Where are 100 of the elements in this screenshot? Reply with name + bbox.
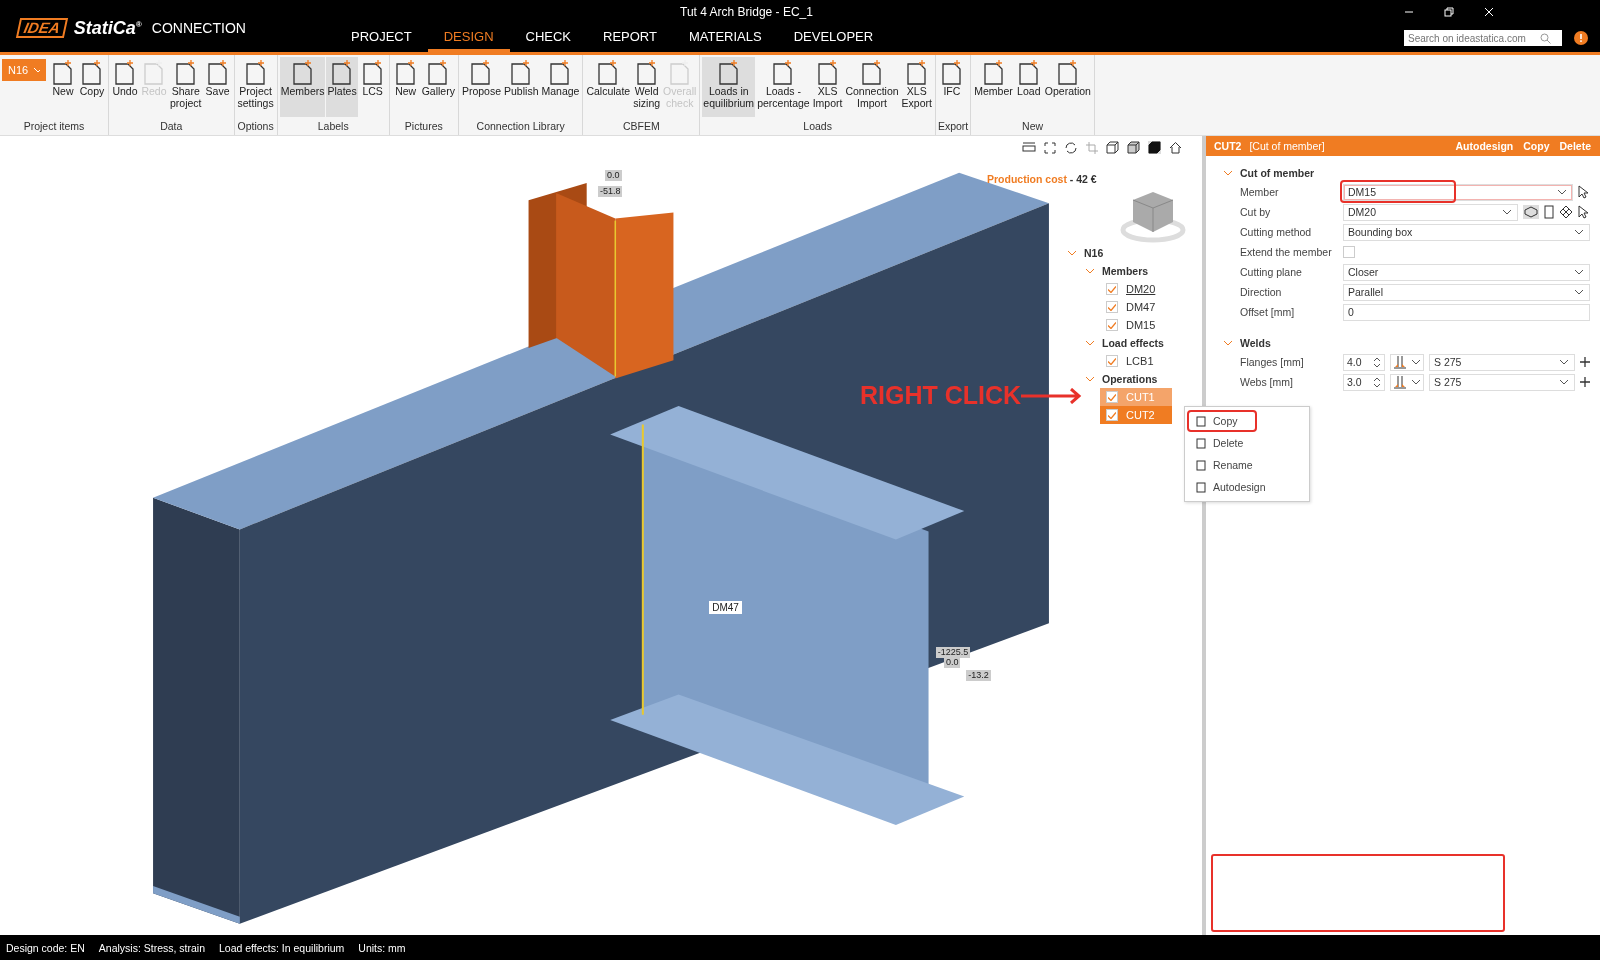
- chevron-icon[interactable]: [1086, 268, 1094, 274]
- plate-icon[interactable]: [1544, 205, 1554, 219]
- checkbox[interactable]: [1106, 409, 1118, 421]
- menu-item-icon: [1195, 459, 1207, 471]
- dropdown-field[interactable]: DM15: [1343, 183, 1573, 201]
- dropdown-field[interactable]: S 275: [1429, 353, 1575, 371]
- tree-group[interactable]: Load effects: [1102, 337, 1164, 349]
- info-icon[interactable]: [1574, 31, 1588, 45]
- dropdown-field[interactable]: Parallel: [1343, 283, 1590, 301]
- ribbon-button[interactable]: LCS: [358, 57, 387, 117]
- tree-item[interactable]: DM15: [1100, 316, 1172, 334]
- ribbon-button[interactable]: Project settings: [236, 57, 275, 117]
- ribbon-button[interactable]: Loads - percentage: [756, 57, 811, 117]
- weld-type-dropdown[interactable]: [1390, 373, 1424, 391]
- ribbon-button[interactable]: Plates: [326, 57, 358, 117]
- checkbox[interactable]: [1106, 301, 1118, 313]
- ribbon-button[interactable]: Weld sizing: [632, 57, 662, 117]
- field-label: Extend the member: [1240, 246, 1333, 258]
- ribbon-group-label: New: [1021, 120, 1045, 134]
- dropdown-field[interactable]: Closer: [1343, 263, 1590, 281]
- menu-tab[interactable]: PROJECT: [335, 24, 428, 52]
- ribbon-button[interactable]: New: [391, 57, 420, 117]
- ribbon-button[interactable]: Undo: [111, 57, 139, 117]
- ribbon-button[interactable]: Member: [973, 57, 1014, 117]
- chevron-down-icon: [1575, 269, 1583, 275]
- menu-tab[interactable]: CHECK: [509, 24, 588, 52]
- ribbon-button[interactable]: Propose: [460, 57, 503, 117]
- ribbon-group-label: Export: [937, 120, 969, 134]
- rotate-icon[interactable]: [1064, 141, 1078, 154]
- menu-item[interactable]: Copy: [1187, 410, 1257, 432]
- chevron-icon[interactable]: [1068, 250, 1076, 256]
- status-text: Analysis: Stress, strain: [98, 941, 205, 954]
- ribbon-button[interactable]: Copy: [78, 57, 106, 117]
- solid-cube-icon[interactable]: [1148, 141, 1161, 154]
- number-field[interactable]: 3.0: [1343, 373, 1385, 391]
- member-label: DM47: [709, 601, 742, 615]
- checkbox[interactable]: [1106, 355, 1118, 367]
- field-label: Offset [mm]: [1240, 306, 1296, 318]
- menu-tab[interactable]: DESIGN: [427, 24, 510, 52]
- search-field[interactable]: Search on ideastatica.com: [1404, 30, 1562, 46]
- tree-item[interactable]: LCB1: [1100, 352, 1172, 370]
- menu-item[interactable]: Rename: [1187, 454, 1307, 476]
- tree-item[interactable]: DM47: [1100, 298, 1172, 316]
- section-title[interactable]: Welds: [1240, 337, 1271, 349]
- plus-icon[interactable]: [1580, 377, 1590, 387]
- dropdown-field[interactable]: S 275: [1429, 373, 1575, 391]
- plus-icon[interactable]: [1580, 357, 1590, 367]
- section-title[interactable]: Cut of member: [1240, 167, 1315, 179]
- ribbon-group-label: CBFEM: [622, 120, 661, 134]
- ribbon-button[interactable]: Loads in equilibrium: [702, 57, 756, 117]
- menu-tab[interactable]: REPORT: [587, 24, 673, 52]
- dropdown-field[interactable]: DM20: [1343, 203, 1518, 221]
- chevron-down-icon: [1575, 289, 1583, 295]
- ribbon-button[interactable]: Connection Import: [844, 57, 900, 117]
- tree-group[interactable]: Operations: [1102, 373, 1158, 385]
- ribbon-button[interactable]: Load: [1014, 57, 1043, 117]
- weld-type-dropdown[interactable]: [1390, 353, 1424, 371]
- ribbon-button[interactable]: Members: [279, 57, 326, 117]
- tree-group[interactable]: Members: [1102, 265, 1149, 277]
- ruler-icon[interactable]: [1022, 141, 1036, 154]
- chevron-icon[interactable]: [1224, 340, 1232, 346]
- chevron-down-icon: [1412, 359, 1420, 365]
- chevron-icon[interactable]: [1224, 170, 1232, 176]
- cursor-icon[interactable]: [1578, 185, 1590, 199]
- menu-tab[interactable]: MATERIALS: [672, 24, 778, 52]
- ribbon-button[interactable]: Share project: [169, 57, 203, 117]
- chevron-icon[interactable]: [1086, 340, 1094, 346]
- tree-item[interactable]: DM20: [1100, 280, 1172, 298]
- restore-icon[interactable]: [1444, 7, 1454, 17]
- checkbox[interactable]: [1106, 391, 1118, 403]
- ribbon-button[interactable]: Calculate: [585, 57, 632, 117]
- ribbon-button[interactable]: Operation: [1043, 57, 1092, 117]
- checkbox[interactable]: [1343, 246, 1355, 258]
- menu-tab[interactable]: DEVELOPER: [777, 24, 890, 52]
- checkbox[interactable]: [1106, 319, 1118, 331]
- menu-item[interactable]: Autodesign: [1187, 476, 1307, 498]
- ribbon-button[interactable]: Manage: [540, 57, 581, 117]
- fit-view-icon[interactable]: [1044, 141, 1056, 154]
- dropdown-field[interactable]: Bounding box: [1343, 223, 1590, 241]
- ribbon-button[interactable]: XLS Export: [900, 57, 933, 117]
- document-icon: [1016, 59, 1041, 85]
- cursor-icon[interactable]: [1578, 205, 1590, 219]
- ribbon-button[interactable]: XLS Import: [811, 57, 844, 117]
- checkbox[interactable]: [1106, 283, 1118, 295]
- home-icon[interactable]: [1169, 141, 1182, 154]
- chevron-icon[interactable]: [1086, 376, 1094, 382]
- number-field[interactable]: 4.0: [1343, 353, 1385, 371]
- crop-icon[interactable]: [1086, 141, 1098, 154]
- cube-icon[interactable]: [1127, 141, 1140, 154]
- tree-node[interactable]: N16: [1084, 247, 1104, 259]
- close-icon[interactable]: [1484, 7, 1494, 17]
- wireframe-cube-icon[interactable]: [1106, 141, 1119, 154]
- ribbon-button[interactable]: Save: [203, 57, 232, 117]
- ribbon-button[interactable]: Gallery: [420, 57, 456, 117]
- ribbon-button[interactable]: IFC: [937, 57, 966, 117]
- menu-item[interactable]: Delete: [1187, 432, 1307, 454]
- ribbon-button[interactable]: Publish: [503, 57, 540, 117]
- logo-mark: IDEA: [15, 18, 68, 38]
- ribbon-button[interactable]: New: [49, 57, 77, 117]
- input-field[interactable]: 0: [1343, 303, 1590, 321]
